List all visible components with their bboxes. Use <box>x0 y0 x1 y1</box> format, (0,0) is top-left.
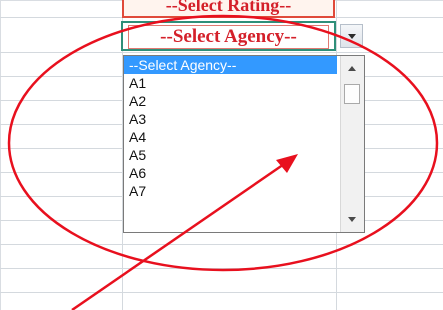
annotation-arrow-line <box>71 158 291 310</box>
annotation-arrowhead <box>276 154 298 173</box>
annotation-overlay <box>7 14 439 310</box>
highlight-ellipse <box>7 14 439 272</box>
